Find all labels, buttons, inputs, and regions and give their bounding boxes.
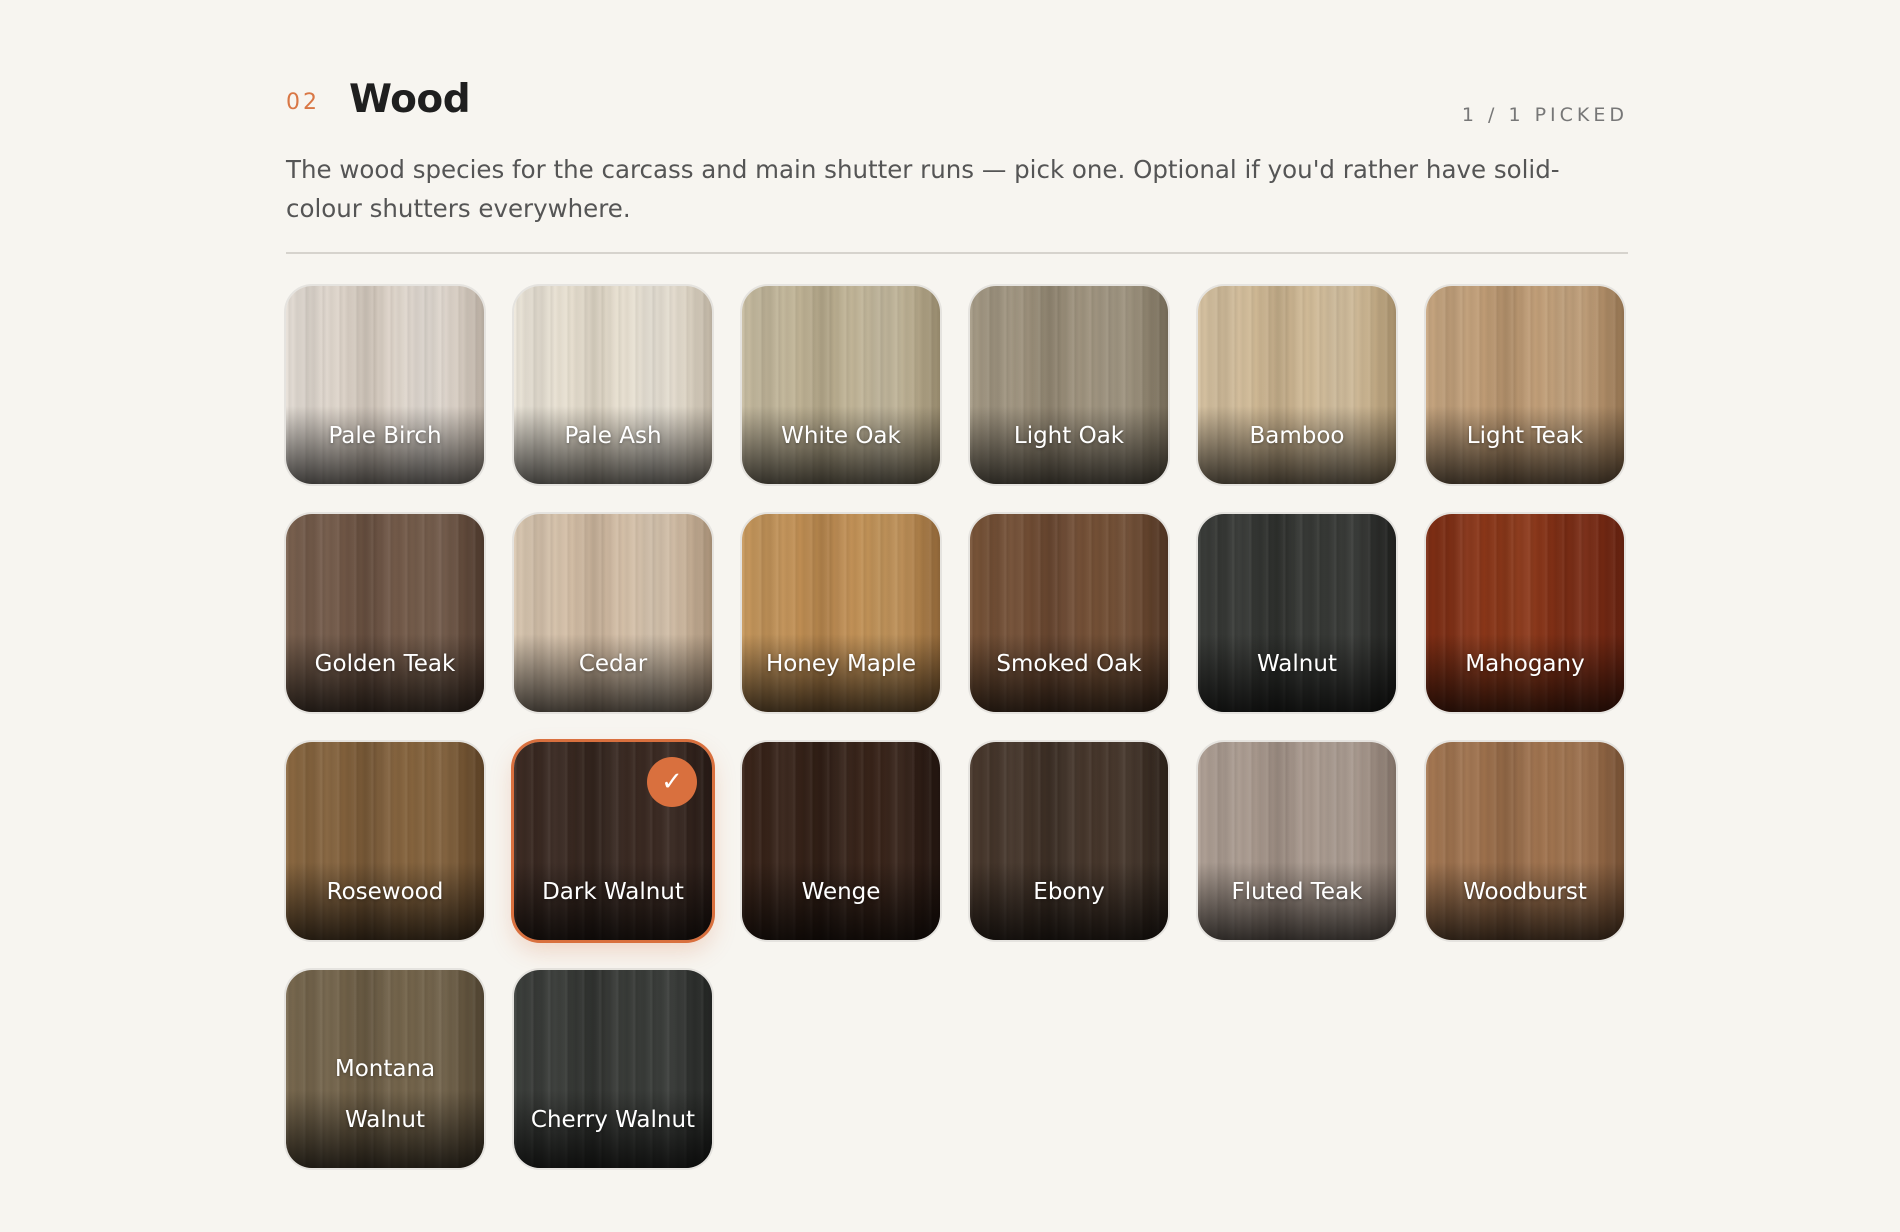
wood-swatch-white-oak[interactable]: White Oak [742,286,940,484]
picked-count: 1 / 1 PICKED [1461,104,1628,126]
wood-swatch-cedar[interactable]: Cedar [514,514,712,712]
wood-swatch-mahogany[interactable]: Mahogany [1426,514,1624,712]
wood-swatch-label: Golden Teak [314,651,456,677]
wood-swatch-label: Smoked Oak [996,651,1142,677]
wood-swatch-label: Ebony [1033,879,1105,905]
wood-swatch-label: Walnut [1257,651,1337,677]
wood-swatch-label: Light Teak [1466,423,1584,449]
wood-swatch-label: Rosewood [326,879,444,905]
wood-swatch-label: Montana Walnut [334,1056,436,1133]
wood-swatch-label: Light Oak [1013,423,1125,449]
wood-swatch-label: Mahogany [1465,651,1585,677]
divider [286,252,1628,254]
wood-swatch-cherry-walnut[interactable]: Cherry Walnut [514,970,712,1168]
wood-swatch-montana-walnut[interactable]: Montana Walnut [286,970,484,1168]
wood-swatch-light-teak[interactable]: Light Teak [1426,286,1624,484]
wood-swatch-smoked-oak[interactable]: Smoked Oak [970,514,1168,712]
wood-swatch-label: Pale Ash [564,423,662,449]
wood-swatch-label: Dark Walnut [542,879,684,905]
wood-swatch-rosewood[interactable]: Rosewood [286,742,484,940]
wood-swatch-label: Woodburst [1463,879,1587,905]
wood-swatch-fluted-teak[interactable]: Fluted Teak [1198,742,1396,940]
wood-swatch-walnut[interactable]: Walnut [1198,514,1396,712]
wood-swatch-label: White Oak [781,423,901,449]
section-number: 02 [286,90,320,115]
wood-swatch-golden-teak[interactable]: Golden Teak [286,514,484,712]
checkmark-icon: ✓ [647,757,697,807]
wood-swatch-light-oak[interactable]: Light Oak [970,286,1168,484]
wood-swatch-label: Bamboo [1249,423,1345,449]
wood-section: 02 Wood 1 / 1 PICKED The wood species fo… [286,74,1628,1168]
section-title: Wood [349,77,471,122]
section-header: 02 Wood 1 / 1 PICKED [286,74,1628,132]
section-description: The wood species for the carcass and mai… [286,155,1560,223]
wood-swatch-honey-maple[interactable]: Honey Maple [742,514,940,712]
wood-swatch-dark-walnut[interactable]: Dark Walnut ✓ [514,742,712,940]
wood-swatch-label: Wenge [801,879,881,905]
wood-swatch-pale-birch[interactable]: Pale Birch [286,286,484,484]
wood-swatch-woodburst[interactable]: Woodburst [1426,742,1624,940]
wood-swatch-label: Cedar [578,651,648,677]
wood-swatch-pale-ash[interactable]: Pale Ash [514,286,712,484]
wood-swatch-ebony[interactable]: Ebony [970,742,1168,940]
wood-swatch-wenge[interactable]: Wenge [742,742,940,940]
wood-swatch-label: Pale Birch [328,423,442,449]
wood-swatch-label: Cherry Walnut [530,1107,696,1133]
wood-swatch-bamboo[interactable]: Bamboo [1198,286,1396,484]
wood-swatch-label: Fluted Teak [1231,879,1363,905]
wood-swatch-label: Honey Maple [765,651,917,677]
